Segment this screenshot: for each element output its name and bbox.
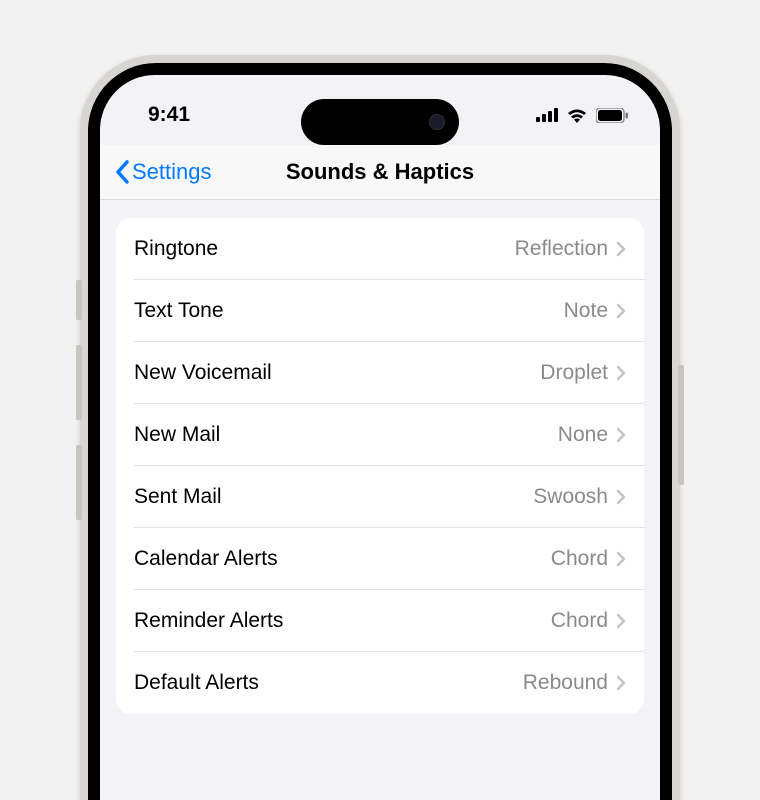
row-value: Chord: [551, 547, 608, 571]
row-sent-mail[interactable]: Sent Mail Swoosh: [116, 466, 644, 528]
row-label: Text Tone: [134, 299, 564, 323]
row-label: New Voicemail: [134, 361, 540, 385]
chevron-right-icon: [616, 675, 626, 691]
status-time: 9:41: [148, 103, 190, 127]
side-button: [76, 445, 82, 520]
side-button: [76, 345, 82, 420]
chevron-right-icon: [616, 303, 626, 319]
row-label: New Mail: [134, 423, 558, 447]
nav-bar: Settings Sounds & Haptics: [100, 145, 660, 200]
chevron-right-icon: [616, 365, 626, 381]
row-value: Rebound: [523, 671, 608, 695]
row-label: Reminder Alerts: [134, 609, 551, 633]
row-value: None: [558, 423, 608, 447]
dynamic-island: [301, 99, 459, 145]
row-text-tone[interactable]: Text Tone Note: [116, 280, 644, 342]
content: Ringtone Reflection Text Tone Note New V…: [100, 200, 660, 732]
row-value: Reflection: [515, 237, 608, 261]
row-label: Ringtone: [134, 237, 515, 261]
battery-icon: [596, 108, 628, 123]
row-label: Sent Mail: [134, 485, 533, 509]
camera-icon: [429, 114, 445, 130]
chevron-right-icon: [616, 613, 626, 629]
chevron-right-icon: [616, 241, 626, 257]
row-calendar-alerts[interactable]: Calendar Alerts Chord: [116, 528, 644, 590]
side-button: [76, 280, 82, 320]
row-reminder-alerts[interactable]: Reminder Alerts Chord: [116, 590, 644, 652]
chevron-left-icon: [114, 160, 130, 184]
back-button[interactable]: Settings: [114, 159, 212, 185]
row-value: Droplet: [540, 361, 608, 385]
row-new-voicemail[interactable]: New Voicemail Droplet: [116, 342, 644, 404]
chevron-right-icon: [616, 551, 626, 567]
status-icons: [536, 107, 628, 123]
phone-bezel: 9:41: [88, 63, 672, 800]
phone-frame: 9:41: [80, 55, 680, 800]
row-label: Default Alerts: [134, 671, 523, 695]
row-default-alerts[interactable]: Default Alerts Rebound: [116, 652, 644, 714]
row-value: Chord: [551, 609, 608, 633]
phone-screen: 9:41: [100, 75, 660, 800]
row-new-mail[interactable]: New Mail None: [116, 404, 644, 466]
chevron-right-icon: [616, 427, 626, 443]
side-button: [678, 365, 684, 485]
settings-group: Ringtone Reflection Text Tone Note New V…: [116, 218, 644, 714]
cellular-icon: [536, 108, 558, 122]
row-label: Calendar Alerts: [134, 547, 551, 571]
row-value: Swoosh: [533, 485, 608, 509]
wifi-icon: [566, 107, 588, 123]
row-ringtone[interactable]: Ringtone Reflection: [116, 218, 644, 280]
row-value: Note: [564, 299, 608, 323]
chevron-right-icon: [616, 489, 626, 505]
back-label: Settings: [132, 159, 212, 185]
